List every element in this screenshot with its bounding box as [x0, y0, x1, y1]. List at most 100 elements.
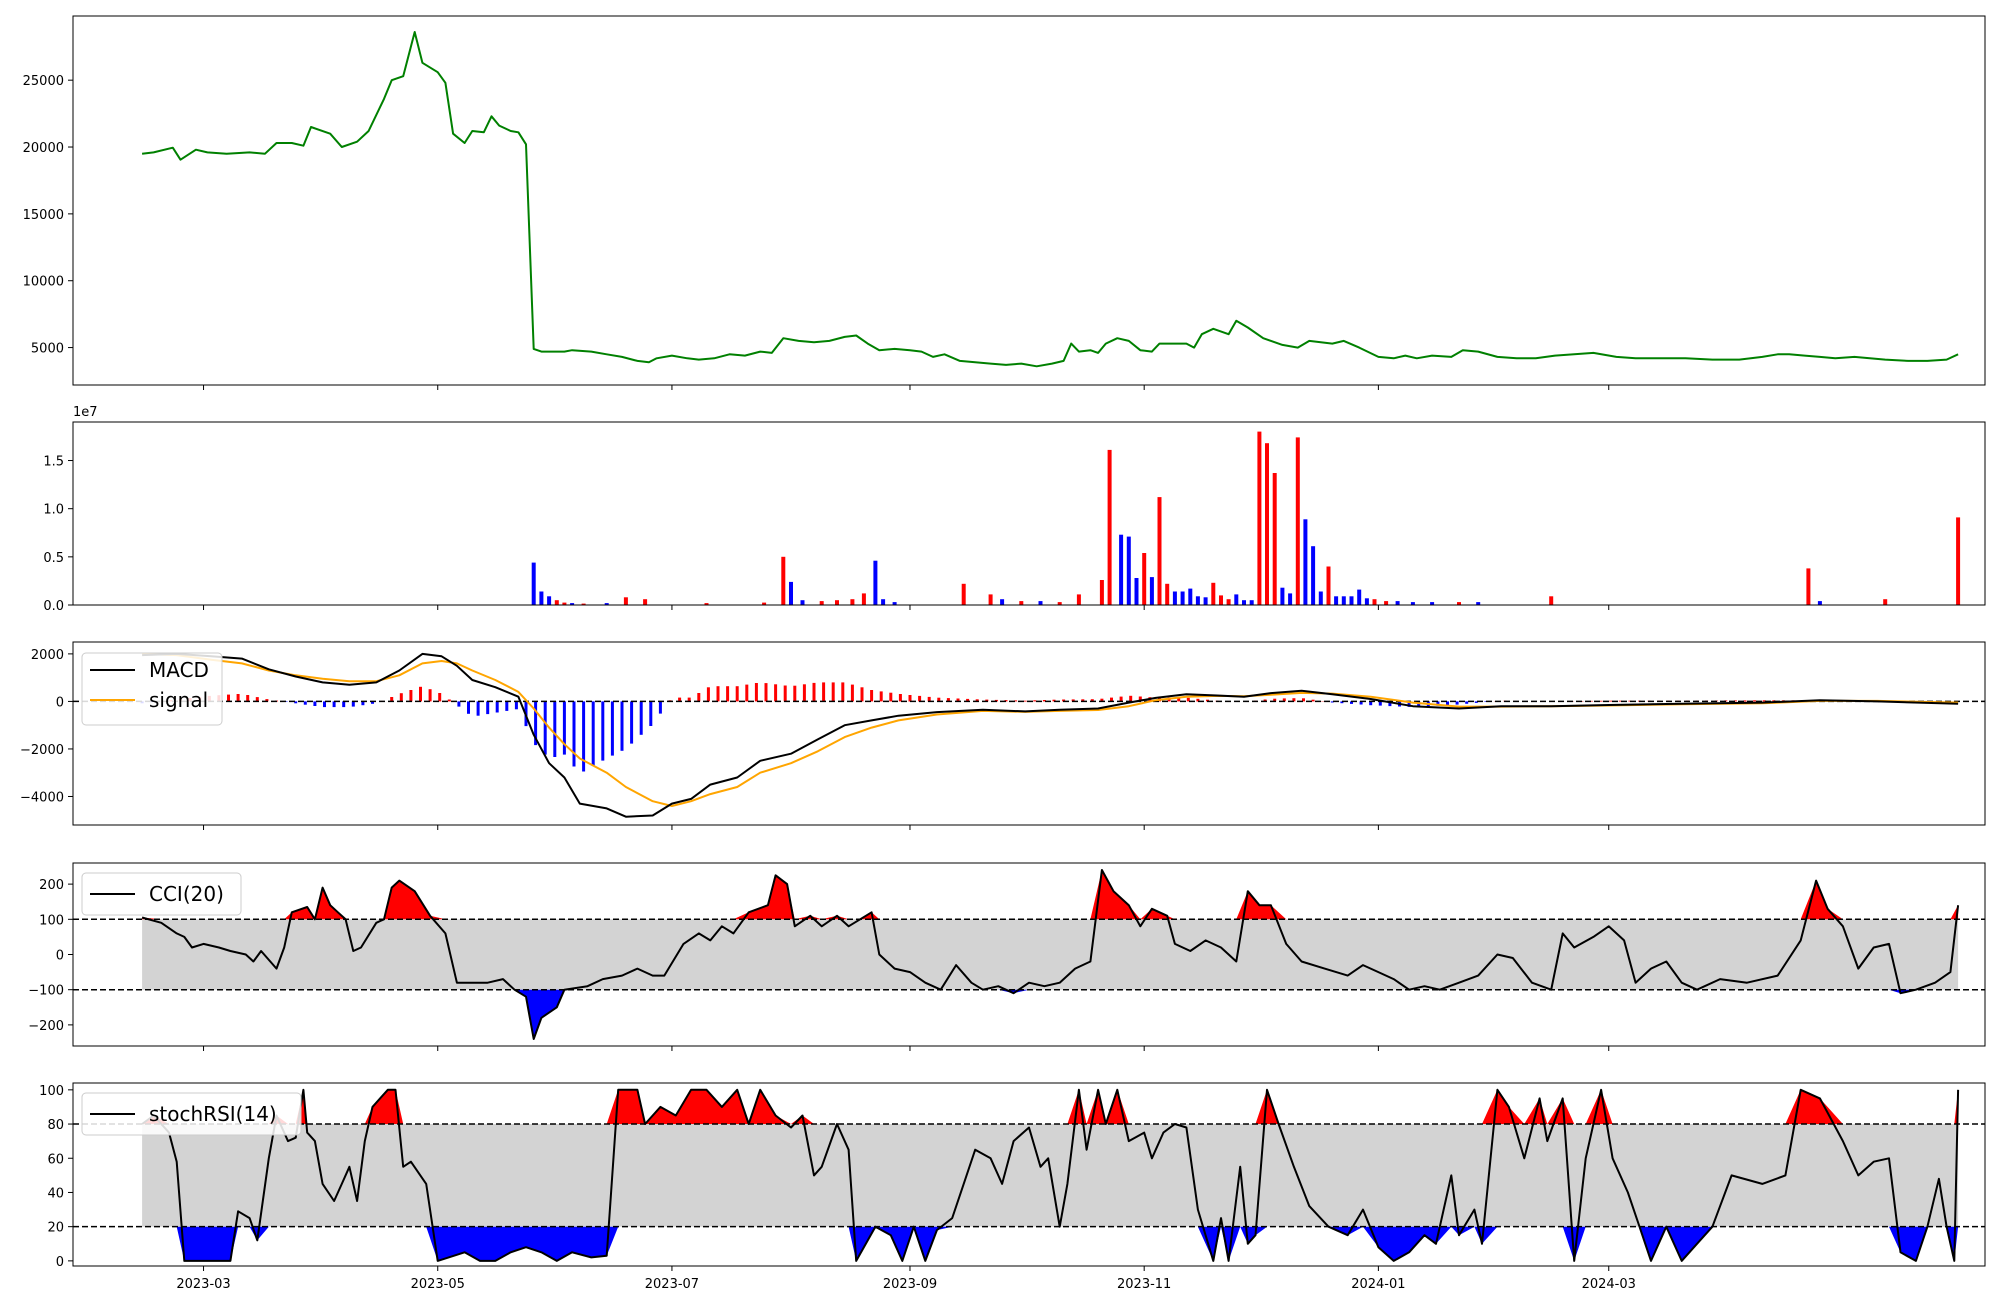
macd-histogram-bar: [467, 701, 470, 714]
y-tick-label: 5000: [31, 342, 64, 357]
macd-histogram-bar: [438, 693, 442, 702]
macd-histogram-bar: [246, 695, 250, 702]
y-tick-label: 100: [39, 913, 64, 928]
y-tick-label: 1.0: [43, 503, 64, 518]
volume-bar: [1318, 591, 1323, 605]
y-tick-label: 200: [39, 878, 64, 893]
legend-label: CCI(20): [149, 882, 224, 906]
volume-bar: [1265, 443, 1269, 605]
macd-histogram-bar: [898, 694, 902, 702]
macd-histogram-bar: [908, 695, 912, 702]
volume-bar: [961, 583, 966, 605]
volume-bar: [1817, 601, 1822, 605]
volume-exponent-label: 1e7: [73, 405, 98, 420]
macd-histogram-bar: [620, 701, 624, 751]
volume-bar: [1172, 591, 1177, 605]
legend-label: stochRSI(14): [149, 1102, 277, 1126]
macd-histogram-bar: [1599, 700, 1603, 702]
macd-histogram-bar: [610, 701, 614, 756]
volume-bar: [1234, 594, 1239, 605]
y-tick-label: 0: [56, 949, 64, 964]
macd-histogram-bar: [1129, 695, 1133, 702]
volume-bar: [861, 593, 866, 605]
y-tick-label: −100: [28, 984, 64, 999]
macd-histogram-bar: [918, 695, 922, 702]
volume-bar: [1126, 536, 1131, 605]
stochrsi-legend: stochRSI(14): [81, 1092, 302, 1136]
macd-histogram-bar: [332, 701, 336, 708]
volume-bar: [1384, 601, 1389, 605]
volume-bar: [873, 560, 878, 605]
macd-histogram-bar: [399, 693, 403, 702]
macd-histogram-bar: [649, 701, 653, 726]
volume-bar: [1188, 588, 1193, 605]
macd-histogram-bar: [1033, 700, 1037, 702]
volume-bar: [1257, 431, 1262, 605]
macd-histogram-bar: [447, 699, 451, 702]
y-tick-label: −2000: [20, 743, 64, 758]
volume-bar: [1211, 582, 1216, 605]
y-tick-label: 0: [56, 1255, 64, 1270]
macd-histogram-bar: [409, 690, 413, 702]
volume-bar: [1341, 596, 1346, 605]
volume-bar: [1357, 589, 1362, 605]
macd-histogram-bar: [572, 701, 576, 767]
macd-histogram-bar: [553, 701, 557, 757]
macd-histogram-bar: [303, 701, 307, 705]
y-tick-label: 10000: [23, 275, 64, 290]
macd-histogram-bar: [774, 684, 778, 702]
macd-histogram-bar: [562, 701, 566, 755]
volume-bar: [1956, 517, 1961, 605]
volume-bar: [1038, 601, 1043, 605]
volume-bar: [1288, 593, 1293, 605]
macd-histogram-bar: [793, 685, 797, 702]
macd-histogram-bar: [514, 701, 518, 710]
macd-histogram-bar: [822, 682, 826, 702]
y-tick-label: 60: [47, 1152, 64, 1167]
y-tick-label: 1.5: [43, 455, 64, 470]
macd-histogram-bar: [419, 686, 422, 702]
volume-bar: [1272, 473, 1277, 605]
indicator-figure: 500010000150002000025000 0.00.51.01.51e7…: [0, 0, 2000, 1300]
volume-bar: [835, 600, 839, 605]
x-tick-label: 2023-09: [883, 1277, 937, 1292]
volume-bar: [539, 591, 544, 605]
macd-histogram-bar: [831, 682, 835, 702]
macd-histogram-bar: [706, 687, 710, 702]
volume-bar: [1019, 601, 1024, 605]
macd-histogram-bar: [735, 686, 739, 702]
volume-bar: [1303, 519, 1308, 605]
macd-histogram-bar: [745, 684, 749, 702]
volume-bar: [1157, 497, 1162, 605]
y-tick-label: −4000: [20, 790, 64, 805]
macd-histogram-bar: [351, 701, 355, 707]
volume-bar: [531, 562, 536, 605]
legend-label: MACD: [149, 658, 209, 682]
volume-bar: [1326, 566, 1331, 605]
macd-histogram-bar: [1455, 701, 1459, 705]
macd-histogram-bar: [726, 686, 730, 702]
volume-bar: [623, 597, 628, 605]
macd-histogram-bar: [841, 682, 845, 702]
volume-bar: [1280, 587, 1285, 605]
macd-histogram-bar: [236, 694, 240, 702]
volume-bar: [1395, 601, 1400, 605]
volume-bar: [547, 596, 552, 605]
y-tick-label: 0.0: [43, 599, 64, 614]
macd-histogram-bar: [486, 701, 490, 715]
volume-bar: [781, 556, 786, 605]
x-tick-label: 2023-07: [645, 1277, 699, 1292]
macd-histogram-bar: [879, 691, 883, 702]
volume-bar: [1364, 598, 1369, 605]
macd-histogram-bar: [889, 692, 893, 702]
macd-legend: MACD signal: [81, 652, 223, 726]
macd-histogram-bar: [783, 685, 787, 702]
y-tick-label: 40: [47, 1186, 64, 1201]
macd-histogram-bar: [716, 686, 720, 702]
x-tick-label: 2023-11: [1117, 1277, 1171, 1292]
volume-bar: [1226, 599, 1231, 605]
y-tick-label: 20: [47, 1221, 64, 1236]
legend-label: signal: [149, 688, 208, 712]
macd-histogram-bar: [591, 701, 595, 766]
volume-bar: [1219, 595, 1223, 605]
